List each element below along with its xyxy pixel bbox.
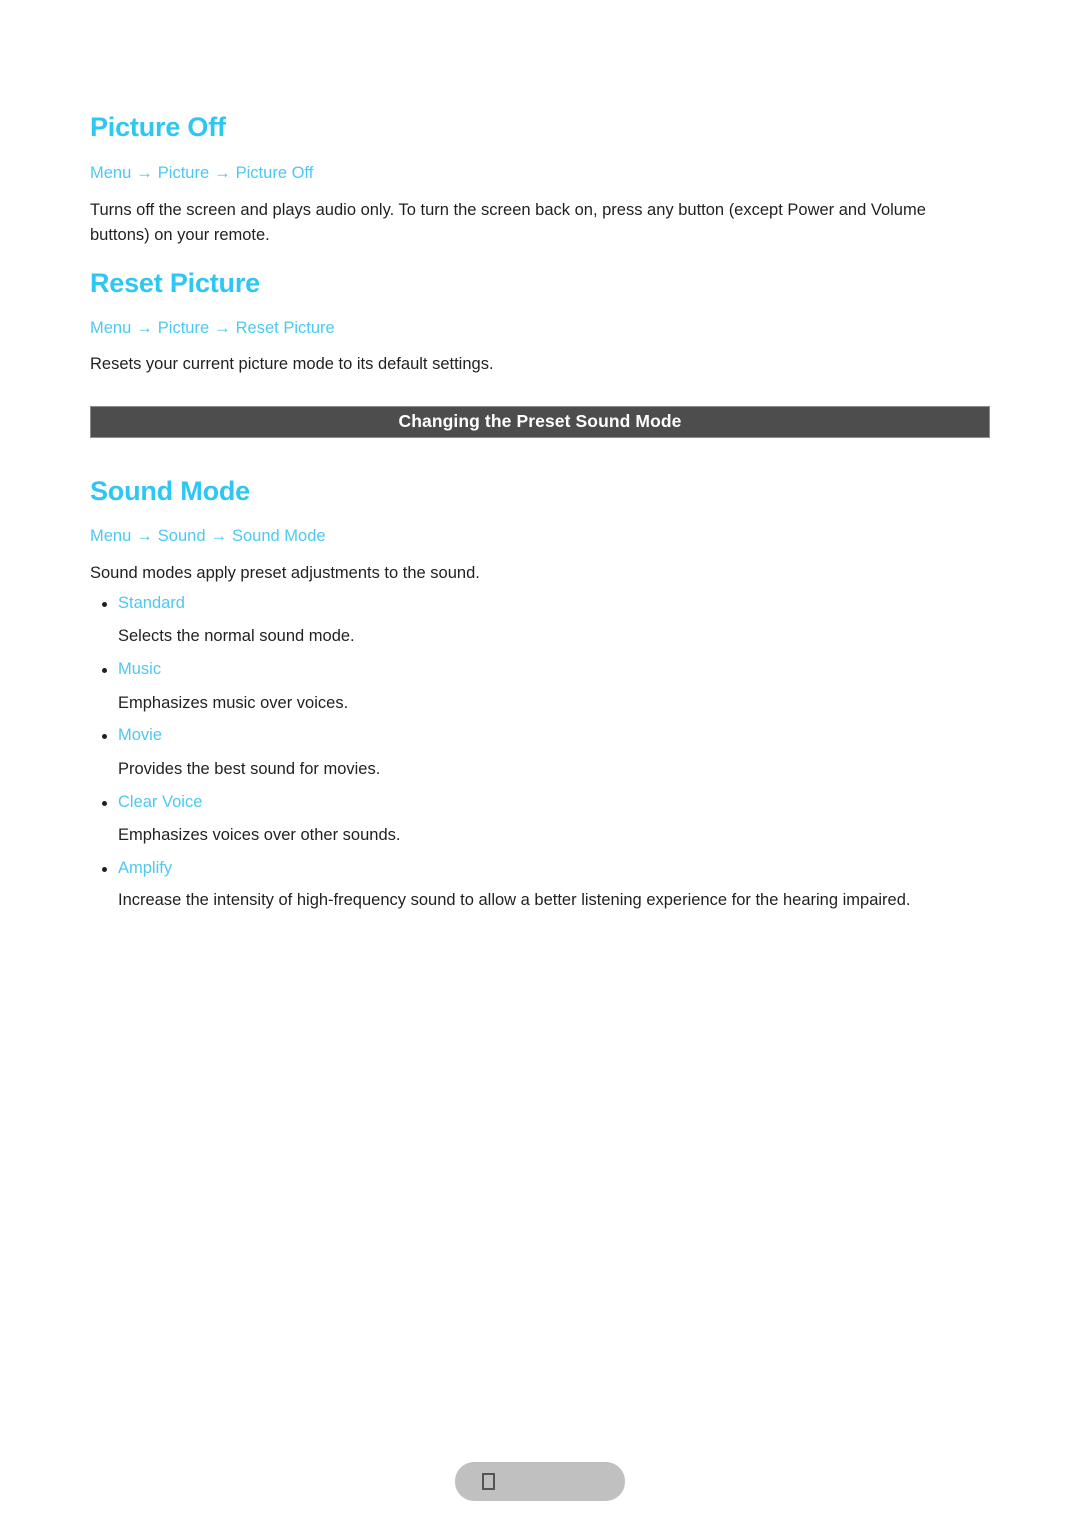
- breadcrumb-separator-icon: →: [136, 319, 153, 337]
- paragraph-reset-picture: Resets your current picture mode to its …: [90, 355, 494, 373]
- breadcrumb-item-picture-off[interactable]: Picture Off: [236, 164, 314, 182]
- bullet-icon: [102, 668, 107, 673]
- breadcrumb-separator-icon: →: [136, 164, 153, 182]
- option-description-music: Emphasizes music over voices.: [118, 694, 349, 712]
- option-label-movie: Movie: [118, 726, 163, 744]
- breadcrumb-sound-mode: Menu → Sound → Sound Mode: [90, 528, 990, 545]
- breadcrumb-item-reset-picture[interactable]: Reset Picture: [236, 319, 335, 337]
- body-reset-picture: Resets your current picture mode to its …: [90, 352, 990, 377]
- breadcrumb-item-picture[interactable]: Picture: [158, 319, 209, 337]
- missing-character-box-icon: [482, 1473, 495, 1490]
- section-picture-off: Picture Off: [90, 114, 990, 141]
- section-banner: Changing the Preset Sound Mode: [90, 406, 990, 438]
- option-description-movie: Provides the best sound for movies.: [118, 760, 381, 778]
- breadcrumb-separator-icon: →: [214, 319, 231, 337]
- bullet-icon: [102, 801, 107, 806]
- option-description-standard: Selects the normal sound mode.: [118, 627, 355, 645]
- option-label-music: Music: [118, 660, 162, 678]
- breadcrumb-item-sound[interactable]: Sound: [158, 527, 206, 545]
- breadcrumb-separator-icon: →: [210, 527, 228, 545]
- section-banner-label: Changing the Preset Sound Mode: [398, 411, 682, 432]
- option-description-clear-voice: Emphasizes voices over other sounds.: [118, 826, 401, 844]
- breadcrumb-reset-picture: Menu → Picture → Reset Picture: [90, 320, 990, 337]
- body-picture-off: Turns off the screen and plays audio onl…: [90, 198, 950, 248]
- option-label-standard: Standard: [118, 594, 185, 612]
- bullet-icon: [102, 602, 107, 607]
- paragraph-picture-off: Turns off the screen and plays audio onl…: [90, 201, 926, 244]
- breadcrumb-separator-icon: →: [214, 164, 231, 182]
- breadcrumb-item-menu[interactable]: Menu: [90, 319, 131, 337]
- breadcrumb-item-sound-mode[interactable]: Sound Mode: [232, 527, 326, 545]
- body-sound-mode: Sound modes apply preset adjustments to …: [90, 561, 990, 586]
- page-title-sound-mode: Sound Mode: [90, 476, 250, 506]
- bullet-icon: [102, 734, 107, 739]
- document-page: Picture Off Menu → Picture → Picture Off Tur…: [0, 0, 1080, 1534]
- section-sound-mode: Sound Mode: [90, 478, 990, 505]
- paragraph-sound-mode: Sound modes apply preset adjustments to …: [90, 564, 480, 582]
- option-label-amplify: Amplify: [118, 859, 173, 877]
- option-label-clear-voice: Clear Voice: [118, 793, 203, 811]
- section-reset-picture: Reset Picture: [90, 270, 990, 297]
- breadcrumb-separator-icon: →: [136, 527, 153, 545]
- option-description-amplify: Increase the intensity of high-frequency…: [118, 891, 911, 909]
- page-title-reset-picture: Reset Picture: [90, 268, 260, 298]
- page-title-picture-off: Picture Off: [90, 112, 226, 142]
- breadcrumb-item-picture[interactable]: Picture: [158, 164, 209, 182]
- bullet-icon: [102, 867, 107, 872]
- breadcrumb-item-menu[interactable]: Menu: [90, 164, 131, 182]
- footer-pill-button[interactable]: [455, 1462, 625, 1501]
- breadcrumb-item-menu[interactable]: Menu: [90, 527, 131, 545]
- breadcrumb-picture-off: Menu → Picture → Picture Off: [90, 165, 990, 182]
